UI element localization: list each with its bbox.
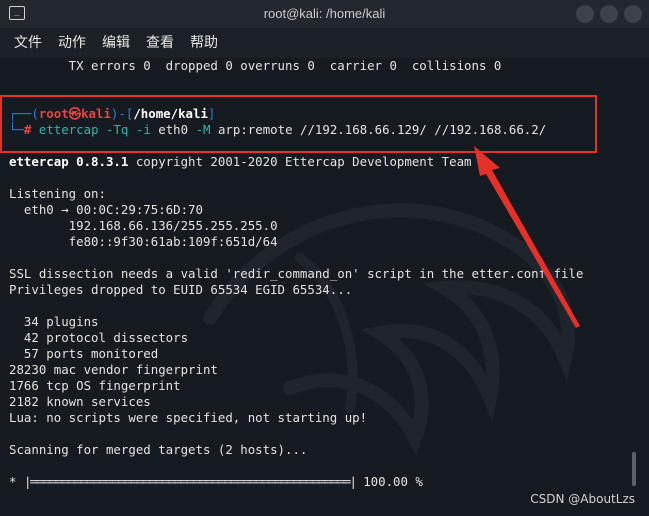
tx-errors-line: TX errors 0 dropped 0 overruns 0 carrier… [9, 58, 502, 73]
progress-bar: |═══════════════════════════════════════… [23, 474, 357, 489]
scanning-line: Scanning for merged targets (2 hosts)... [9, 442, 308, 457]
eth0-mac-line: eth0 → 00:0C:29:75:6D:70 [9, 202, 203, 217]
menu-view[interactable]: 查看 [146, 32, 174, 52]
csdn-watermark: CSDN @AboutLzs [530, 492, 635, 506]
privileges-line: Privileges dropped to EUID 65534 EGID 65… [9, 282, 353, 297]
minimize-button[interactable] [576, 5, 594, 23]
tcp-fingerprint-line: 1766 tcp OS fingerprint [9, 378, 181, 393]
dissectors-line: 42 protocol dissectors [9, 330, 189, 345]
mac-fingerprint-line: 28230 mac vendor fingerprint [9, 362, 218, 377]
ipv6-line: fe80::9f30:61ab:109f:651d/64 [9, 234, 278, 249]
version-name: ettercap 0.8.3.1 [9, 154, 129, 169]
ssl-line: SSL dissection needs a valid 'redir_comm… [9, 266, 584, 281]
services-line: 2182 known services [9, 394, 151, 409]
ipv4-line: 192.168.66.136/255.255.255.0 [9, 218, 278, 233]
menu-help[interactable]: 帮助 [190, 32, 218, 52]
progress-star: * [9, 474, 17, 489]
menu-file[interactable]: 文件 [14, 32, 42, 52]
version-copyright: copyright 2001-2020 Ettercap Development… [128, 154, 472, 169]
maximize-button[interactable] [600, 5, 618, 23]
terminal-window: _ root@kali: /home/kali 文件 动作 编辑 查看 帮助 T… [0, 0, 649, 516]
menu-bar: 文件 动作 编辑 查看 帮助 [0, 28, 649, 58]
menu-action[interactable]: 动作 [58, 32, 86, 52]
version-line: ettercap 0.8.3.1 copyright 2001-2020 Ett… [9, 154, 472, 170]
progress-line: * |═════════════════════════════════════… [9, 474, 423, 490]
listening-line: Listening on: [9, 186, 106, 201]
plugins-line: 34 plugins [9, 314, 99, 329]
ports-line: 57 ports monitored [9, 346, 159, 361]
lua-line: Lua: no scripts were specified, not star… [9, 410, 368, 425]
menu-edit[interactable]: 编辑 [102, 32, 130, 52]
annotation-box [0, 95, 597, 153]
progress-percent: 100.00 % [363, 474, 423, 489]
title-bar: _ root@kali: /home/kali [0, 0, 649, 28]
close-button[interactable] [624, 5, 642, 23]
scrollbar-thumb[interactable] [632, 452, 636, 486]
window-title: root@kali: /home/kali [263, 6, 386, 21]
